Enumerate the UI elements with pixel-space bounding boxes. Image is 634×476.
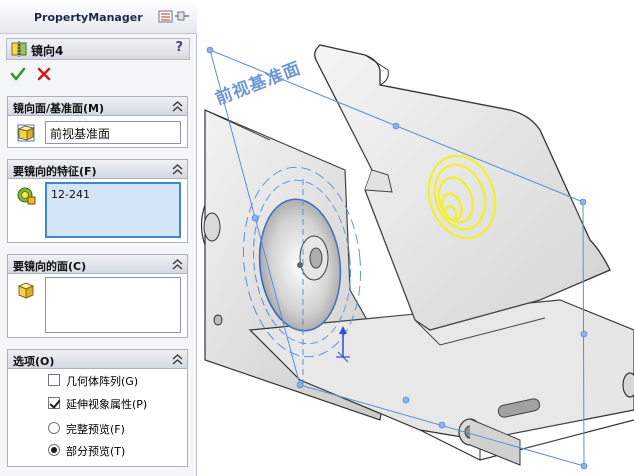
options-group: 选项(O) 几何体阵列(G) 延伸视象属性(P) 完整预览(F) 部分预览(T): [7, 349, 188, 467]
collapse-chevron-icon[interactable]: [172, 354, 183, 365]
faces-group-title: 要镜向的面(C): [13, 260, 87, 273]
full-preview-label: 完整预览(F): [66, 423, 125, 436]
radio-button-selected[interactable]: [48, 444, 60, 456]
faces-to-mirror-group: 要镜向的面(C): [7, 254, 188, 338]
mirror-plane-group-title: 镜向面/基准面(M): [13, 102, 105, 115]
plane-cube-icon: [17, 124, 35, 142]
mirror-plane-field[interactable]: 前视基准面: [45, 121, 181, 144]
checkbox-box-checked[interactable]: [48, 397, 60, 409]
collapse-chevron-icon[interactable]: [172, 164, 183, 175]
face-cube-icon: [17, 282, 35, 299]
features-list-item[interactable]: 12-241: [51, 188, 175, 201]
property-manager-panel: PropertyManager 镜向4 ? 镜向面/基准面(M) 前视基准面 要…: [0, 0, 197, 476]
propagate-visual-label: 延伸视象属性(P): [66, 398, 148, 411]
property-manager-title: PropertyManager: [34, 11, 143, 24]
options-group-header[interactable]: 选项(O): [8, 350, 187, 369]
radio-button[interactable]: [48, 422, 60, 434]
geometry-pattern-label: 几何体阵列(G): [66, 375, 139, 388]
faces-list[interactable]: [45, 277, 181, 333]
features-group-header[interactable]: 要镜向的特征(F): [8, 160, 187, 179]
mirror-feature-icon: [11, 41, 27, 57]
feature-select-icon: [17, 187, 36, 205]
help-icon[interactable]: ?: [175, 40, 183, 55]
options-group-title: 选项(O): [13, 355, 55, 368]
partial-preview-label: 部分预览(T): [66, 445, 126, 458]
property-manager-header: PropertyManager: [0, 0, 197, 34]
ok-check-icon[interactable]: [10, 66, 26, 82]
features-group-title: 要镜向的特征(F): [13, 165, 97, 178]
mirror-plane-group: 镜向面/基准面(M) 前视基准面: [7, 96, 188, 148]
collapse-chevron-icon[interactable]: [172, 101, 183, 112]
mirror-plane-group-header[interactable]: 镜向面/基准面(M): [8, 97, 187, 116]
feature-name-bar: 镜向4 ?: [6, 38, 190, 60]
features-to-mirror-group: 要镜向的特征(F) 12-241: [7, 159, 188, 243]
graphics-viewport[interactable]: 前视基准面: [198, 0, 634, 476]
features-list[interactable]: 12-241: [45, 182, 181, 238]
collapse-chevron-icon[interactable]: [172, 259, 183, 270]
checkbox-box[interactable]: [48, 374, 60, 386]
pin-icon[interactable]: [158, 9, 190, 24]
cancel-cross-icon[interactable]: [36, 66, 52, 82]
feature-name: 镜向4: [31, 44, 64, 58]
faces-group-header[interactable]: 要镜向的面(C): [8, 255, 187, 274]
